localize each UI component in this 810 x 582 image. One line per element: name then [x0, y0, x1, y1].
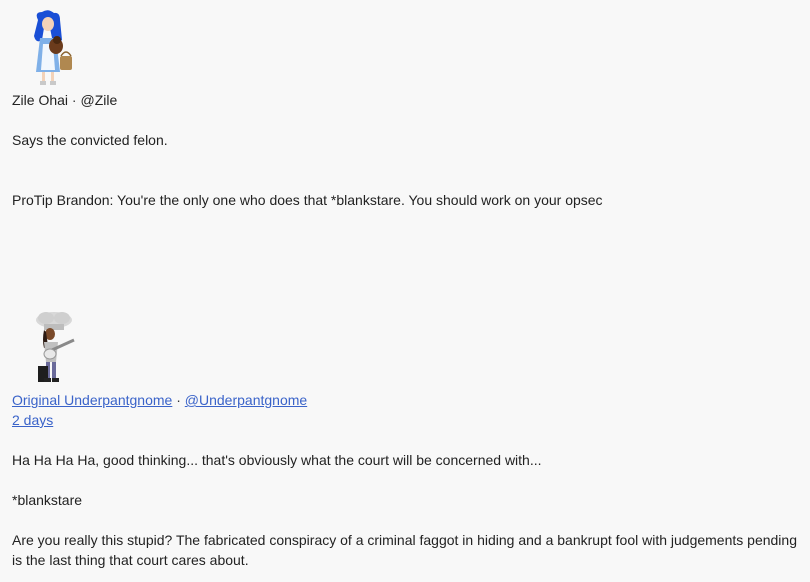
post-paragraph: Says the convicted felon. — [12, 132, 168, 148]
author-handle: @Zile — [80, 92, 118, 108]
author-line: Zile Ohai · @Zile — [12, 90, 117, 110]
author-handle-link[interactable]: @Underpantgnome — [185, 392, 307, 408]
post-paragraph: Ha Ha Ha Ha, good thinking... that's obv… — [12, 452, 542, 468]
avatar-blue-hair-girl-with-dog-icon[interactable] — [26, 10, 86, 88]
post-paragraph: ProTip Brandon: You're the only one who … — [12, 192, 603, 208]
author-separator: · — [176, 392, 181, 408]
author-name: Zile Ohai — [12, 92, 69, 108]
post-paragraph: Are you really this stupid? The fabricat… — [12, 532, 797, 568]
avatar-chef-hat-guitarist-icon[interactable] — [26, 310, 86, 388]
post-date-link[interactable]: 2 days — [12, 410, 53, 430]
author-separator: · — [71, 92, 77, 108]
author-line: Original Underpantgnome · @Underpantgnom… — [12, 390, 307, 410]
author-name-link[interactable]: Original Underpantgnome — [12, 392, 172, 408]
post-paragraph: *blankstare — [12, 492, 83, 508]
